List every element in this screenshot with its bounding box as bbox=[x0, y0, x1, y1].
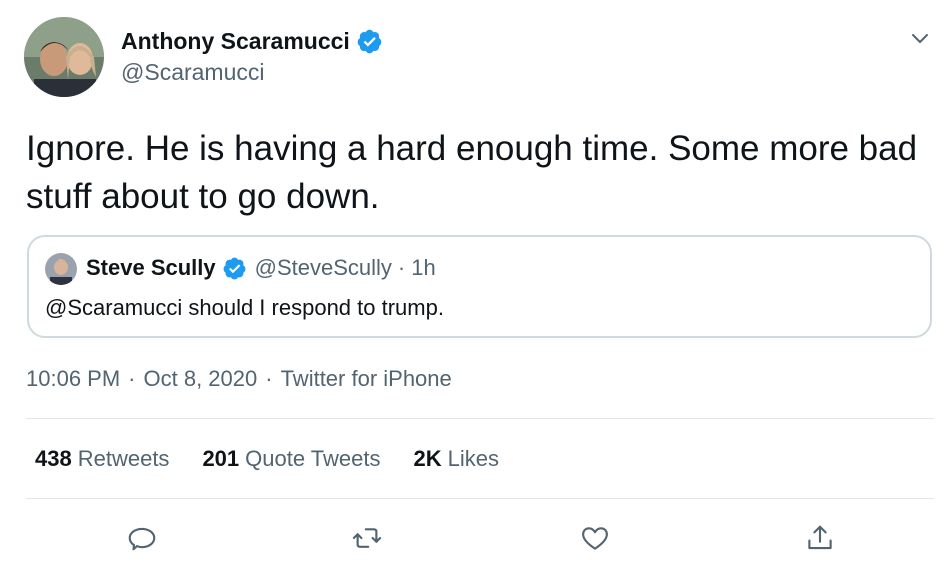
retweets-count: 438 bbox=[35, 446, 72, 471]
quoted-author-handle[interactable]: @SteveScully bbox=[255, 255, 392, 281]
likes-label: Likes bbox=[447, 446, 499, 471]
quoted-tweet-header: Steve Scully @SteveScully · 1h bbox=[86, 255, 436, 281]
quoted-author-name[interactable]: Steve Scully bbox=[86, 255, 216, 281]
quoted-separator: · bbox=[397, 255, 406, 280]
author-name[interactable]: Anthony Scaramucci bbox=[121, 28, 383, 55]
reply-icon bbox=[128, 527, 156, 551]
author-name-text[interactable]: Anthony Scaramucci bbox=[121, 28, 350, 55]
quote-tweets-stat[interactable]: 201 Quote Tweets bbox=[202, 446, 380, 472]
likes-count: 2K bbox=[413, 446, 442, 471]
share-button[interactable] bbox=[802, 520, 838, 556]
divider bbox=[26, 498, 934, 499]
verified-badge-icon bbox=[356, 28, 383, 55]
quoted-tweet-text: @Scaramucci should I respond to trump. bbox=[45, 295, 444, 320]
quote-tweets-count: 201 bbox=[202, 446, 240, 471]
tweet-meta: 10:06 PM · Oct 8, 2020 · Twitter for iPh… bbox=[26, 366, 452, 392]
tweet-date[interactable]: Oct 8, 2020 bbox=[144, 366, 258, 392]
reply-button[interactable] bbox=[124, 520, 160, 556]
tweet-stats: 438 Retweets 201 Quote Tweets 2K Likes bbox=[35, 446, 532, 472]
likes-stat[interactable]: 2K Likes bbox=[414, 446, 499, 472]
more-options-chevron-down-icon[interactable] bbox=[910, 29, 930, 49]
meta-separator: · bbox=[128, 366, 136, 391]
tweet-text: Ignore. He is having a hard enough time.… bbox=[26, 129, 918, 216]
author-avatar[interactable] bbox=[24, 17, 104, 97]
quoted-tweet-time[interactable]: 1h bbox=[411, 255, 435, 281]
divider bbox=[26, 418, 934, 419]
quoted-verified-badge-icon bbox=[222, 256, 247, 281]
like-icon bbox=[582, 527, 608, 550]
share-icon bbox=[808, 525, 832, 550]
retweets-stat[interactable]: 438 Retweets bbox=[35, 446, 169, 472]
like-button[interactable] bbox=[577, 520, 613, 556]
retweet-icon bbox=[352, 528, 382, 548]
retweets-label: Retweets bbox=[77, 446, 170, 471]
author-handle[interactable]: @Scaramucci bbox=[121, 59, 265, 86]
tweet-time[interactable]: 10:06 PM bbox=[26, 366, 120, 392]
quote-tweets-label: Quote Tweets bbox=[245, 446, 381, 471]
tweet-source[interactable]: Twitter for iPhone bbox=[281, 366, 452, 392]
retweet-button[interactable] bbox=[349, 520, 385, 556]
quoted-author-avatar[interactable] bbox=[45, 253, 77, 285]
quoted-tweet-card[interactable]: Steve Scully @SteveScully · 1h @Scaramuc… bbox=[27, 235, 932, 338]
meta-separator: · bbox=[265, 366, 273, 391]
